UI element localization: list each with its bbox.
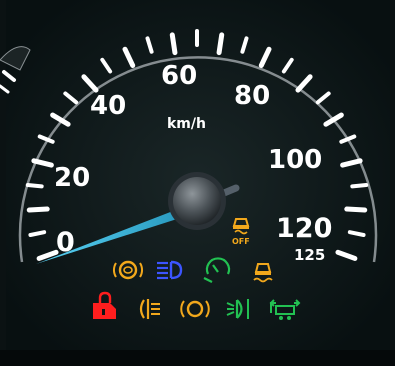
minor-tick [28, 230, 47, 238]
minor-tick [350, 183, 369, 189]
speed-label-60: 60 [161, 61, 197, 91]
speed-label-40: 40 [90, 91, 126, 121]
major-tick [216, 32, 225, 56]
minor-tick [347, 230, 366, 238]
speed-label-100: 100 [268, 145, 322, 175]
secondary-speed-label: 125 [294, 246, 325, 264]
major-tick [169, 32, 178, 56]
speed-label-20: 20 [54, 163, 90, 193]
speedometer-gauge: 0 20 40 60 80 100 120 125 km/h OFF [0, 0, 395, 366]
major-tick [344, 206, 368, 213]
unit-label: km/h [167, 116, 206, 132]
speed-label-120: 120 [276, 213, 332, 244]
major-tick [26, 206, 50, 213]
bottom-strip [0, 350, 395, 366]
speed-label-80: 80 [234, 81, 270, 111]
tc-off-text: OFF [232, 237, 250, 246]
minor-tick [25, 183, 44, 189]
needle-hub [168, 172, 226, 230]
